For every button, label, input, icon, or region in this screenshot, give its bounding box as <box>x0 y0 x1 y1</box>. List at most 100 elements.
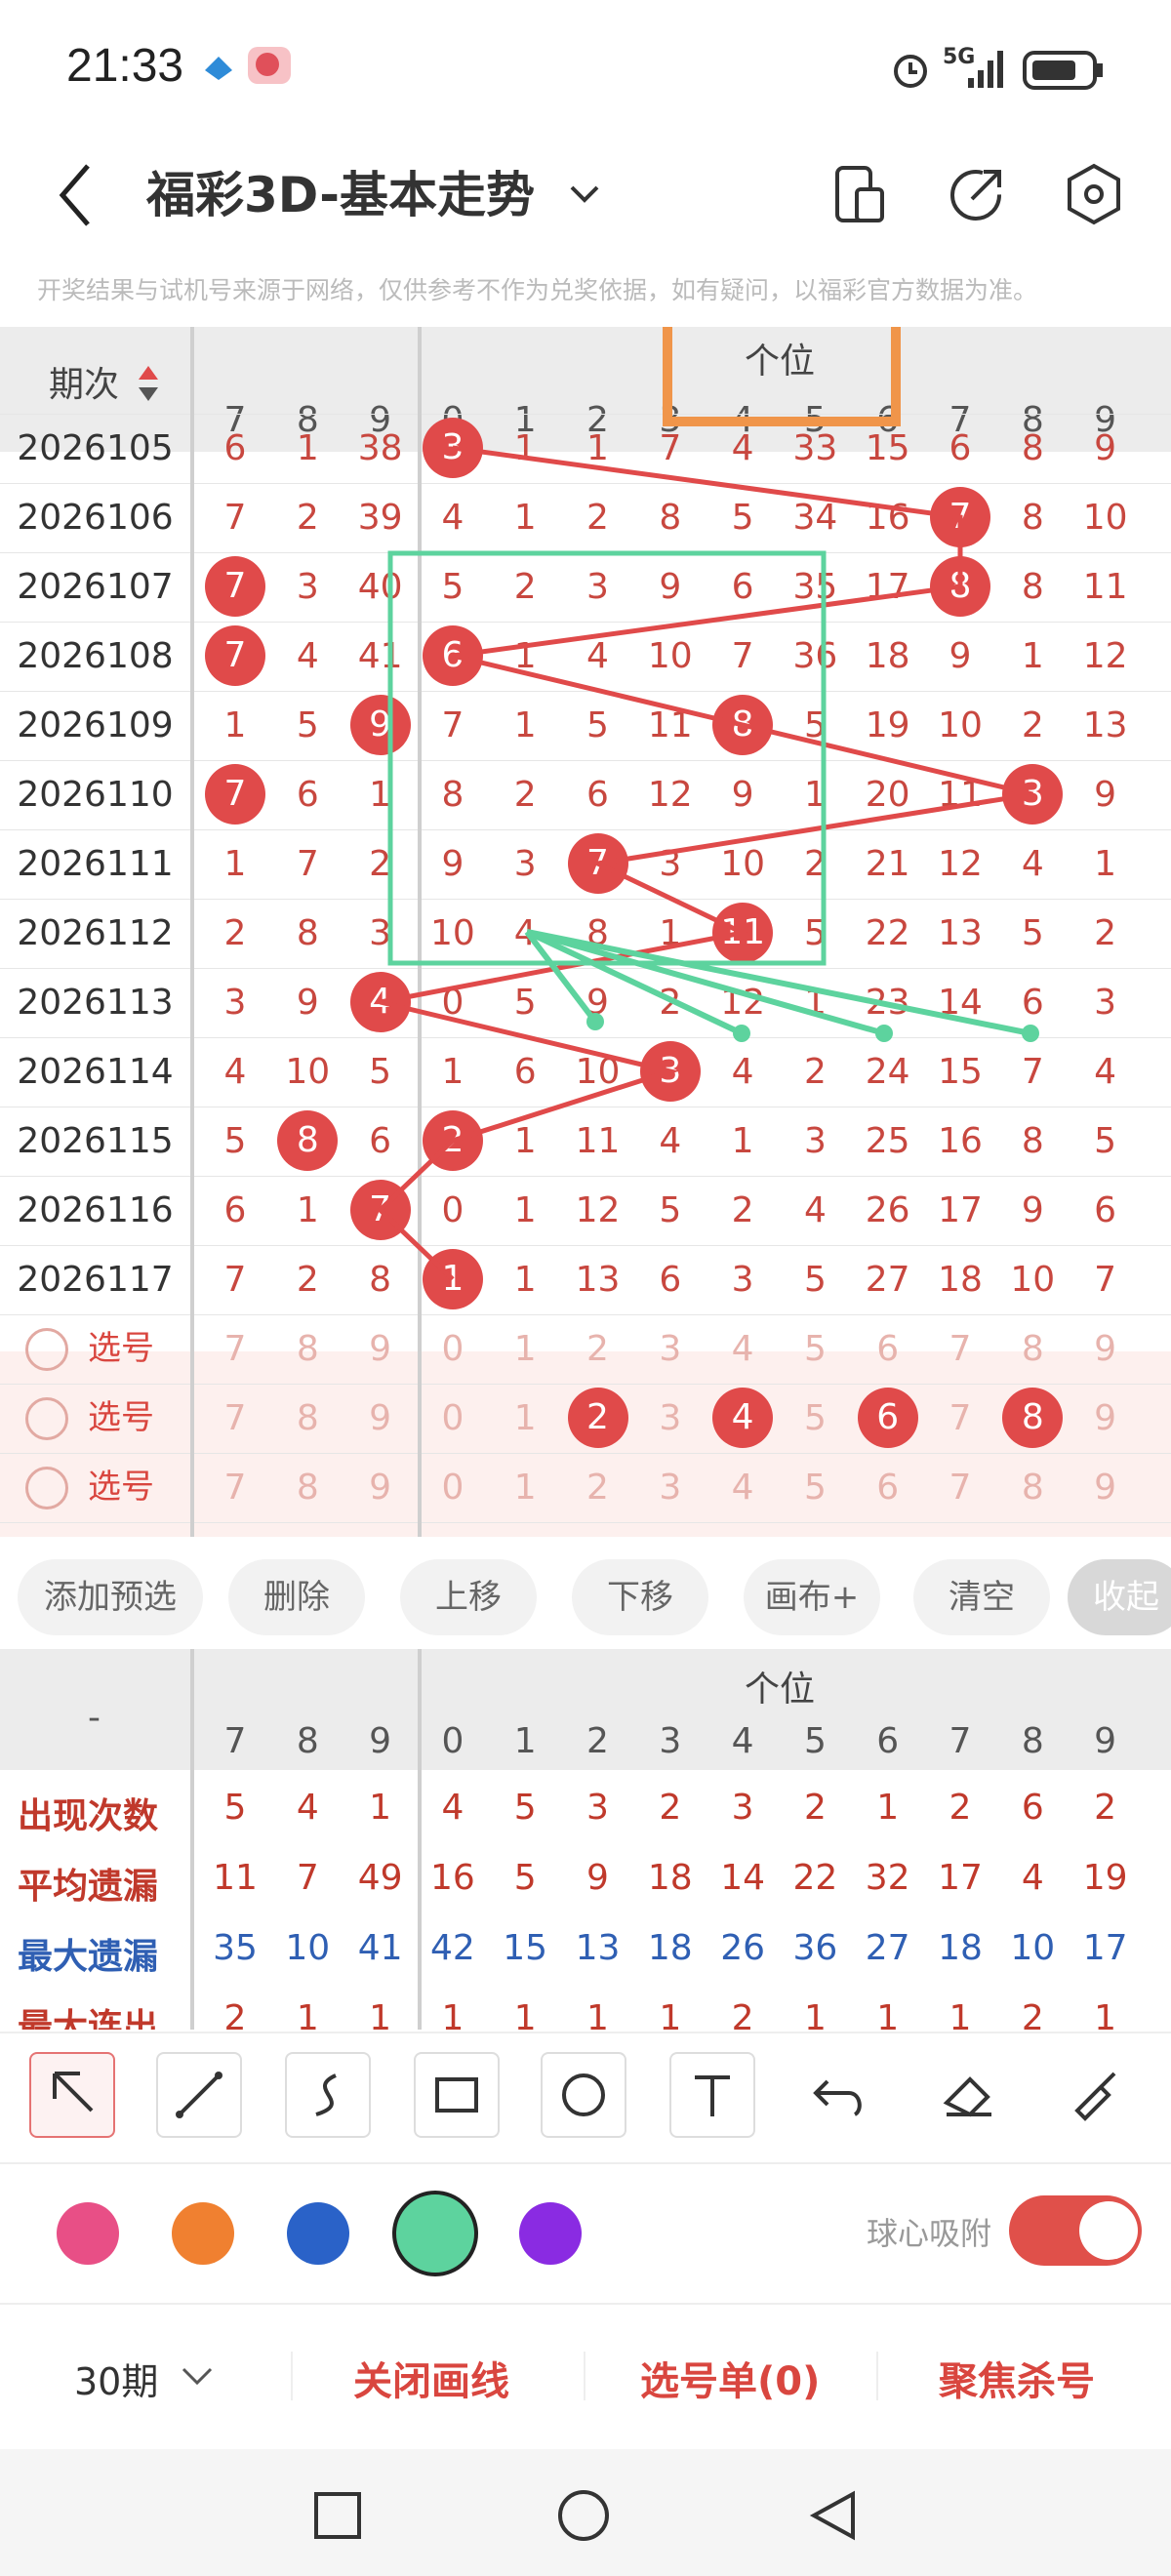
stats-value: 1 <box>949 1998 972 2030</box>
drawing-overlay[interactable] <box>0 327 1171 1537</box>
stats-separator <box>190 1649 194 2030</box>
color-swatch[interactable] <box>57 2202 119 2265</box>
page-title[interactable]: 福彩3D-基本走势 <box>146 156 535 226</box>
stats-value: 6 <box>1021 1788 1044 1828</box>
stats-column-header: 8 <box>1021 1721 1044 1761</box>
action-button[interactable]: 上移 <box>400 1559 537 1635</box>
stats-value: 19 <box>1082 1858 1128 1898</box>
undo-icon[interactable] <box>798 2052 884 2138</box>
status-bar: 21:33 5G <box>0 0 1171 137</box>
stats-column-header: 9 <box>1094 1721 1117 1761</box>
system-nav-bar <box>0 2449 1171 2576</box>
stats-row-label: 平均遗漏 <box>18 1867 159 1907</box>
circle-tool[interactable] <box>541 2052 626 2138</box>
stats-header-left: - <box>88 1698 101 1738</box>
stats-value: 1 <box>296 1998 319 2030</box>
stats-value: 3 <box>731 1788 754 1828</box>
stats-column-header: 9 <box>369 1721 392 1761</box>
stats-value: 5 <box>513 1858 537 1898</box>
stats-value: 18 <box>647 1858 693 1898</box>
stats-column-header: 0 <box>441 1721 464 1761</box>
action-button[interactable]: 清空 <box>913 1559 1050 1635</box>
stats-value: 2 <box>659 1788 682 1828</box>
color-swatch[interactable] <box>519 2202 582 2265</box>
divider <box>584 2352 586 2400</box>
arrow-tool[interactable] <box>29 2052 115 2138</box>
action-button[interactable]: 收起 <box>1068 1559 1171 1635</box>
green-arrow-head <box>586 1013 604 1030</box>
color-swatch[interactable] <box>392 2191 478 2276</box>
stats-row-label: 最大遗漏 <box>18 1937 159 1977</box>
stats-value: 2 <box>803 1788 827 1828</box>
screen-rotate-icon[interactable] <box>829 160 888 228</box>
curve-tool[interactable] <box>285 2052 371 2138</box>
stats-value: 36 <box>792 1928 838 1968</box>
stats-column-header: 2 <box>586 1721 609 1761</box>
green-arrow-head <box>875 1025 893 1042</box>
divider <box>291 2352 293 2400</box>
action-button[interactable]: 删除 <box>228 1559 365 1635</box>
close-draw-button[interactable]: 关闭画线 <box>353 2350 509 2406</box>
select-list-button[interactable]: 选号单(0) <box>640 2350 820 2406</box>
focus-kill-button[interactable]: 聚焦杀号 <box>939 2350 1095 2406</box>
orange-highlight-box <box>663 327 901 426</box>
disclaimer-text: 开奖结果与试机号来源于网络，仅供参考不作为兑奖依据，如有疑问，以福彩官方数据为准… <box>37 276 1038 304</box>
color-swatch[interactable] <box>172 2202 234 2265</box>
divider <box>0 2032 1171 2033</box>
home-icon[interactable] <box>556 2488 611 2543</box>
brush-icon[interactable] <box>1054 2052 1140 2138</box>
back-icon[interactable] <box>806 2488 861 2543</box>
stats-value: 1 <box>876 1998 900 2030</box>
stats-value: 7 <box>296 1858 319 1898</box>
battery-icon <box>1023 51 1103 90</box>
rect-tool[interactable] <box>414 2052 500 2138</box>
text-tool[interactable] <box>669 2052 755 2138</box>
action-button[interactable]: 添加预选 <box>18 1559 203 1635</box>
stats-column-header: 5 <box>803 1721 827 1761</box>
settings-icon[interactable] <box>1060 160 1128 228</box>
chevron-down-icon[interactable] <box>178 2361 217 2391</box>
green-arrow-head <box>1022 1025 1039 1042</box>
stats-value: 1 <box>369 1998 392 2030</box>
eraser-icon[interactable] <box>927 2052 1013 2138</box>
green-arrow-head <box>733 1025 750 1042</box>
snap-label: 球心吸附 <box>867 2215 992 2252</box>
action-button[interactable]: 画布+ <box>744 1559 880 1635</box>
stats-table: - 个位 7 8 9 0 1 2 3 4 5 6 7 8 9 出现次数 5 4 1 4 5 3 2 3 2 1 2 6 2 平均遗漏 1… <box>0 1649 1171 2030</box>
stats-group-header: 个位 <box>745 1670 816 1710</box>
stats-value: 49 <box>357 1858 403 1898</box>
back-arrow-icon[interactable] <box>51 156 100 234</box>
stats-value: 10 <box>1010 1928 1056 1968</box>
line-tool[interactable] <box>156 2052 242 2138</box>
trend-line <box>376 445 1033 1281</box>
stats-value: 1 <box>513 1998 537 2030</box>
stats-value: 18 <box>647 1928 693 1968</box>
stats-row-label: 出现次数 <box>18 1796 159 1836</box>
stats-value: 2 <box>1094 1788 1117 1828</box>
stats-value: 16 <box>429 1858 475 1898</box>
divider <box>876 2352 878 2400</box>
stats-value: 17 <box>938 1858 983 1898</box>
recents-icon[interactable] <box>310 2488 365 2543</box>
share-icon[interactable] <box>943 160 1011 228</box>
snap-toggle[interactable] <box>1009 2195 1142 2266</box>
stats-value: 1 <box>441 1998 464 2030</box>
stats-value: 4 <box>296 1788 319 1828</box>
stats-row-label: 最大连出 <box>18 2007 159 2030</box>
app-notification-icon <box>205 57 232 80</box>
color-swatch[interactable] <box>287 2202 349 2265</box>
signal-icon <box>968 51 1003 88</box>
stats-value: 10 <box>285 1928 331 1968</box>
stats-value: 3 <box>586 1788 609 1828</box>
action-button[interactable]: 下移 <box>572 1559 708 1635</box>
stats-column-header: 3 <box>659 1721 682 1761</box>
stats-value: 26 <box>720 1928 765 1968</box>
stats-column-header: 4 <box>731 1721 754 1761</box>
stats-value: 13 <box>575 1928 621 1968</box>
stats-value: 9 <box>586 1858 609 1898</box>
chevron-down-icon[interactable] <box>564 174 605 213</box>
stats-value: 1 <box>1094 1998 1117 2030</box>
stats-column-header: 7 <box>223 1721 247 1761</box>
stats-value: 1 <box>586 1998 609 2030</box>
period-selector[interactable]: 30期 <box>74 2352 158 2405</box>
